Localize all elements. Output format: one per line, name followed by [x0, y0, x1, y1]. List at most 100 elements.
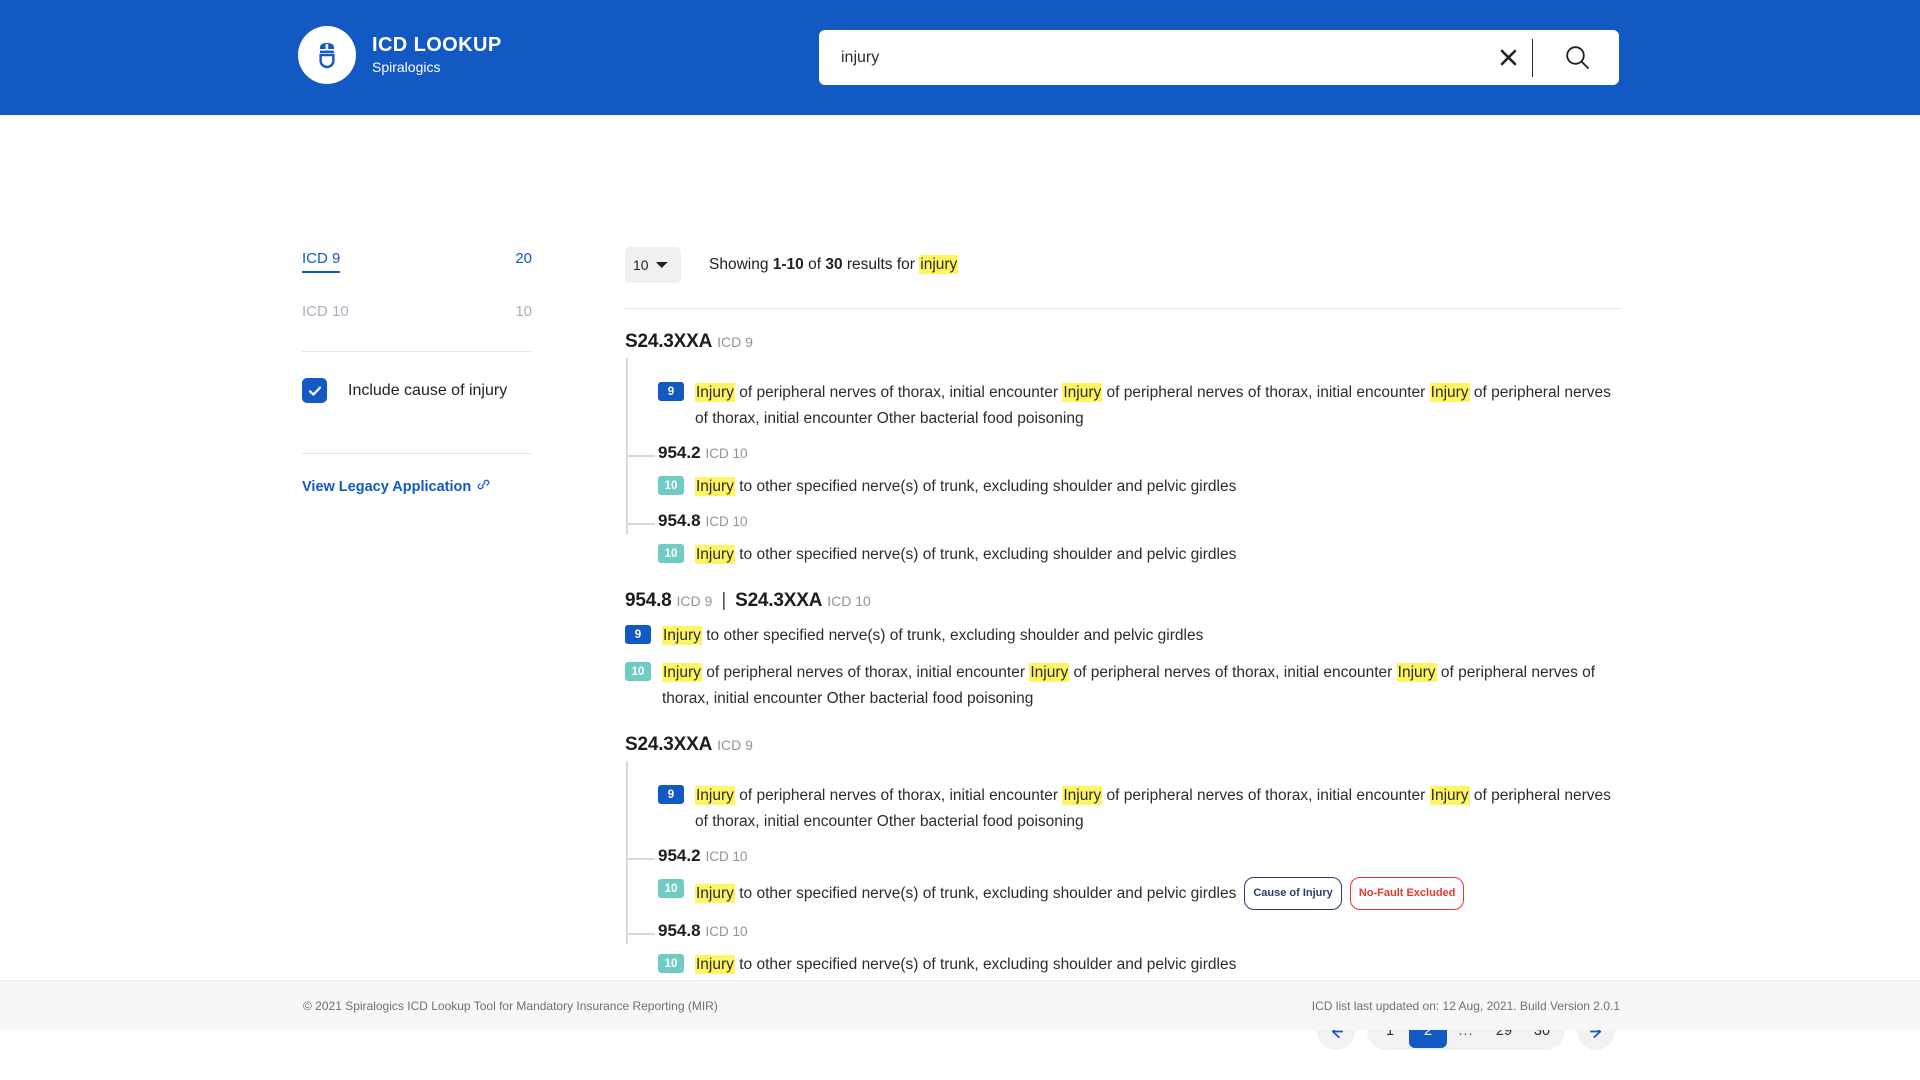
search-input[interactable]	[819, 30, 1486, 85]
result-tree: 9 Injury of peripheral nerves of thorax, …	[625, 358, 1620, 568]
search-term-highlight: Injury	[662, 626, 702, 645]
icd-system-badge: 10	[658, 879, 684, 898]
description-row: 10 Injury to other specified nerve(s) of …	[658, 474, 1620, 500]
search-term-highlight: Injury	[1062, 786, 1102, 805]
facet-label: ICD 10	[302, 303, 349, 320]
description-text: Injury to other specified nerve(s) of tr…	[695, 952, 1236, 978]
result-list: S24.3XXAICD 9 9 Injury of peripheral nerve…	[625, 309, 1620, 978]
icd-system-label: ICD 10	[827, 593, 871, 609]
icd-system-label: ICD 10	[706, 446, 748, 461]
description-row: 10 Injury to other specified nerve(s) of …	[658, 542, 1620, 568]
capsule-logo-icon	[298, 26, 356, 84]
description-text: Injury to other specified nerve(s) of tr…	[695, 542, 1236, 568]
footer-build-info: ICD list last updated on: 12 Aug, 2021. …	[1312, 999, 1620, 1013]
results-header: 102050100 Showing 1-10 of 30 results for…	[625, 243, 1620, 287]
tree-node-child: 954.2ICD 10 10 Injury to other specified n…	[658, 432, 1620, 500]
include-cause-of-injury-checkbox[interactable]: Include cause of injury	[302, 352, 532, 429]
icd-system-badge: 9	[625, 625, 651, 644]
page-body: ICD 9 20 ICD 10 10 Include cause of inju…	[0, 115, 1920, 1030]
description-text: Injury to other specified nerve(s) of tr…	[662, 623, 1203, 649]
close-icon[interactable]	[1486, 30, 1530, 85]
showing-prefix: Showing	[709, 256, 773, 273]
child-result-code[interactable]: 954.2ICD 10	[658, 846, 1620, 866]
results-summary: Showing 1-10 of 30 results for injury	[709, 256, 958, 274]
view-legacy-application-link[interactable]: View Legacy Application	[302, 478, 490, 495]
icd-system-badge: 10	[658, 544, 684, 563]
icd-system-badge: 10	[658, 476, 684, 495]
search-divider	[1532, 39, 1533, 77]
page-size-select[interactable]: 102050100	[625, 247, 681, 283]
icd-system-label: ICD 9	[717, 334, 753, 350]
legacy-link-label: View Legacy Application	[302, 479, 471, 495]
search-term-highlight: Injury	[695, 545, 735, 564]
result-code-pair[interactable]: 954.8ICD 9|S24.3XXAICD 10	[625, 590, 1620, 612]
icd-system-badge: 9	[658, 382, 684, 401]
description-row: 10 Injury to other specified nerve(s) of …	[658, 952, 1620, 978]
child-result-code[interactable]: 954.2ICD 10	[658, 443, 1620, 463]
icd-system-label: ICD 9	[717, 737, 753, 753]
icd-system-badge: 9	[658, 785, 684, 804]
result-item: 954.8ICD 9|S24.3XXAICD 109Injury to othe…	[625, 568, 1620, 712]
footer-copyright: © 2021 Spiralogics ICD Lookup Tool for M…	[303, 999, 718, 1013]
description-text: Injury to other specified nerve(s) of tr…	[695, 877, 1464, 910]
code-separator: |	[721, 590, 726, 611]
result-item: S24.3XXAICD 9 9 Injury of peripheral nerve…	[625, 712, 1620, 978]
search-bar	[819, 30, 1619, 85]
brand-title: ICD LOOKUP	[372, 34, 502, 56]
result-code[interactable]: S24.3XXAICD 9	[625, 734, 1620, 756]
result-tree: 9 Injury of peripheral nerves of thorax, …	[625, 761, 1620, 978]
icd-system-label: ICD 9	[677, 593, 713, 609]
icd-system-badge: 10	[625, 662, 651, 681]
sidebar-divider-bottom	[302, 453, 532, 454]
sidebar-facet-icd9[interactable]: ICD 9 20	[302, 243, 532, 274]
showing-suffix: results for	[843, 256, 920, 273]
app-footer: © 2021 Spiralogics ICD Lookup Tool for M…	[0, 980, 1920, 1030]
tree-node-root: 9 Injury of peripheral nerves of thorax, …	[658, 358, 1620, 432]
icd-system-label: ICD 10	[706, 849, 748, 864]
icd-system-label: ICD 10	[706, 924, 748, 939]
description-row: 10 Injury to other specified nerve(s) of …	[658, 877, 1620, 910]
description-row: 9 Injury to other specified nerve(s) of t…	[625, 623, 1620, 649]
search-term-highlight: Injury	[695, 383, 735, 402]
results-panel: 102050100 Showing 1-10 of 30 results for…	[625, 243, 1620, 1050]
brand[interactable]: ICD LOOKUP Spiralogics	[298, 26, 502, 84]
brand-subtitle: Spiralogics	[372, 58, 502, 76]
showing-total: 30	[825, 256, 842, 273]
checkbox-label: Include cause of injury	[348, 382, 507, 400]
search-term-highlight: Injury	[695, 955, 735, 974]
tree-node-child: 954.8ICD 10 10 Injury to other specified n…	[658, 500, 1620, 568]
brand-text: ICD LOOKUP Spiralogics	[372, 34, 502, 76]
showing-query: injury	[919, 255, 958, 274]
tree-node-child: 954.8ICD 10 10 Injury to other specified n…	[658, 910, 1620, 978]
description-text: Injury of peripheral nerves of thorax, i…	[695, 380, 1620, 432]
external-link-icon	[477, 478, 490, 495]
tree-node-root: 9 Injury of peripheral nerves of thorax, …	[658, 761, 1620, 835]
showing-range: 1-10	[773, 256, 804, 273]
search-term-highlight: Injury	[695, 477, 735, 496]
search-term-highlight: Injury	[1430, 786, 1470, 805]
search-term-highlight: Injury	[1397, 663, 1437, 682]
result-item: S24.3XXAICD 9 9 Injury of peripheral nerve…	[625, 309, 1620, 568]
app-header: ICD LOOKUP Spiralogics	[0, 0, 1920, 115]
search-term-highlight: Injury	[695, 786, 735, 805]
showing-of: of	[804, 256, 826, 273]
search-term-highlight: Injury	[1029, 663, 1069, 682]
description-row: 9 Injury of peripheral nerves of thorax, …	[658, 783, 1620, 835]
tree-node-child: 954.2ICD 10 10 Injury to other specified n…	[658, 835, 1620, 910]
result-code[interactable]: S24.3XXAICD 9	[625, 331, 1620, 353]
description-text: Injury to other specified nerve(s) of tr…	[695, 474, 1236, 500]
search-term-highlight: Injury	[695, 884, 735, 903]
status-badge: No-Fault Excluded	[1350, 877, 1465, 910]
search-term-highlight: Injury	[662, 663, 702, 682]
icd-system-badge: 10	[658, 954, 684, 973]
sidebar: ICD 9 20 ICD 10 10 Include cause of inju…	[302, 243, 532, 496]
search-icon[interactable]	[1535, 30, 1619, 85]
facet-label: ICD 9	[302, 250, 340, 267]
description-text: Injury of peripheral nerves of thorax, i…	[695, 783, 1620, 835]
description-row: 9 Injury of peripheral nerves of thorax, …	[658, 380, 1620, 432]
description-text: Injury of peripheral nerves of thorax, i…	[662, 660, 1620, 712]
sidebar-facet-icd10[interactable]: ICD 10 10	[302, 296, 532, 327]
child-result-code[interactable]: 954.8ICD 10	[658, 921, 1620, 941]
search-term-highlight: Injury	[1062, 383, 1102, 402]
child-result-code[interactable]: 954.8ICD 10	[658, 511, 1620, 531]
